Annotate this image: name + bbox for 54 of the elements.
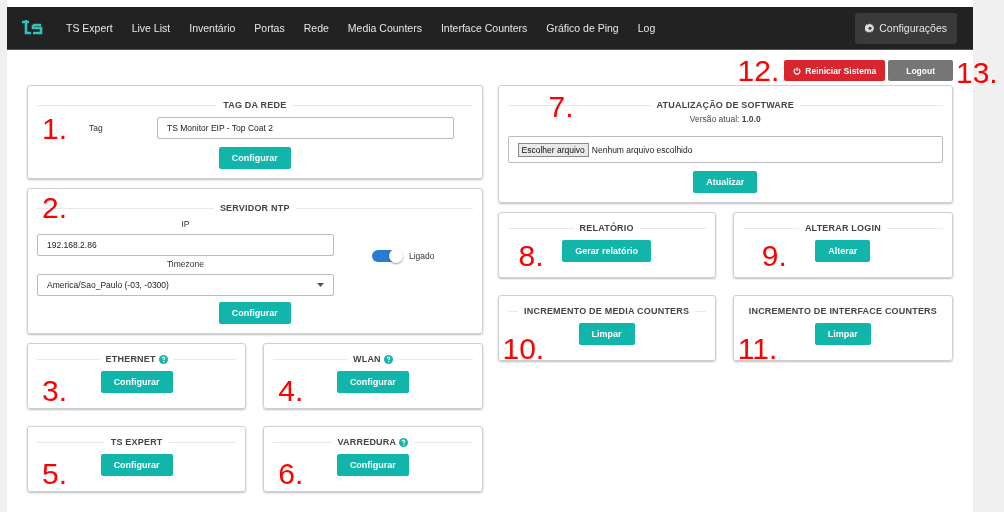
gear-icon	[865, 23, 876, 33]
restart-button[interactable]: Reiniciar Sistema	[784, 60, 886, 81]
annotation-number: 7.	[548, 92, 574, 122]
annotation-number: 8.	[518, 241, 544, 271]
annotation-number: 2.	[42, 193, 68, 223]
annotation-number: 9.	[761, 241, 787, 271]
annotation-number: 13.	[956, 58, 998, 88]
annotation-number: 3.	[42, 376, 68, 406]
card-title: ALTERAR LOGIN	[804, 223, 881, 233]
choose-file-button[interactable]: Escolher arquivo	[517, 142, 589, 157]
nav-link[interactable]: Gráfico de Ping	[546, 22, 619, 34]
nav-link[interactable]: Inventário	[189, 22, 236, 34]
settings-button[interactable]: Configurações	[855, 12, 957, 44]
annotation-number: 5.	[42, 459, 68, 489]
logo-icon[interactable]	[21, 20, 43, 36]
field-label: Timezone	[166, 259, 205, 269]
card-title: VARREDURA	[337, 437, 397, 447]
caret-icon	[317, 283, 324, 287]
logout-button[interactable]: Logout	[888, 60, 953, 81]
annotation-number: 12.	[737, 55, 780, 86]
card-title: RELATÓRIO	[579, 223, 634, 233]
annotation-number: 1.	[42, 114, 68, 144]
help-icon[interactable]	[383, 354, 393, 364]
nav-link[interactable]: Log	[637, 22, 656, 34]
nav-link[interactable]: Interface Counters	[440, 22, 528, 34]
power-icon	[793, 66, 802, 75]
card-title: TS EXPERT	[110, 437, 163, 447]
version-text: Versão atual: 1.0.0	[689, 114, 761, 124]
field-label: IP	[180, 219, 191, 229]
nav-link[interactable]: Media Counters	[347, 22, 422, 34]
card-title: SERVIDOR NTP	[219, 203, 290, 213]
tag-input-field[interactable]: TS Monitor EIP - Top Coat 2	[157, 117, 454, 139]
file-status: Nenhum arquivo escolhido	[591, 144, 693, 155]
annotation-number: 11.	[737, 334, 778, 364]
card-title: ATUALIZAÇÃO DE SOFTWARE	[656, 100, 794, 110]
timezone-select[interactable]: America/Sao_Paulo (-03, -0300)	[37, 274, 334, 296]
nav-link[interactable]: Live List	[131, 22, 171, 34]
file-input-field[interactable]: Escolher arquivo Nenhum arquivo escolhido	[507, 136, 943, 163]
card-title: INCREMENTO DE MEDIA COUNTERS	[524, 306, 690, 316]
card-title: WLAN	[353, 354, 381, 364]
card-title: ETHERNET	[105, 354, 156, 364]
toggle-switch[interactable]	[372, 250, 402, 262]
card-title: TAG DA REDE	[223, 100, 287, 110]
help-icon[interactable]	[399, 437, 409, 447]
nav-link[interactable]: TS Expert	[66, 22, 113, 34]
help-icon[interactable]	[158, 354, 168, 364]
ip-input-field[interactable]: 192.168.2.86	[37, 234, 334, 256]
nav-link[interactable]: Rede	[303, 22, 329, 34]
annotation-number: 4.	[278, 376, 304, 406]
annotation-number: 6.	[278, 459, 304, 489]
card-title: INCREMENTO DE INTERFACE COUNTERS	[748, 306, 937, 316]
annotation-number: 10.	[502, 334, 545, 364]
toggle-label: Ligado	[409, 251, 435, 261]
nav-link[interactable]: Portas	[254, 22, 285, 34]
